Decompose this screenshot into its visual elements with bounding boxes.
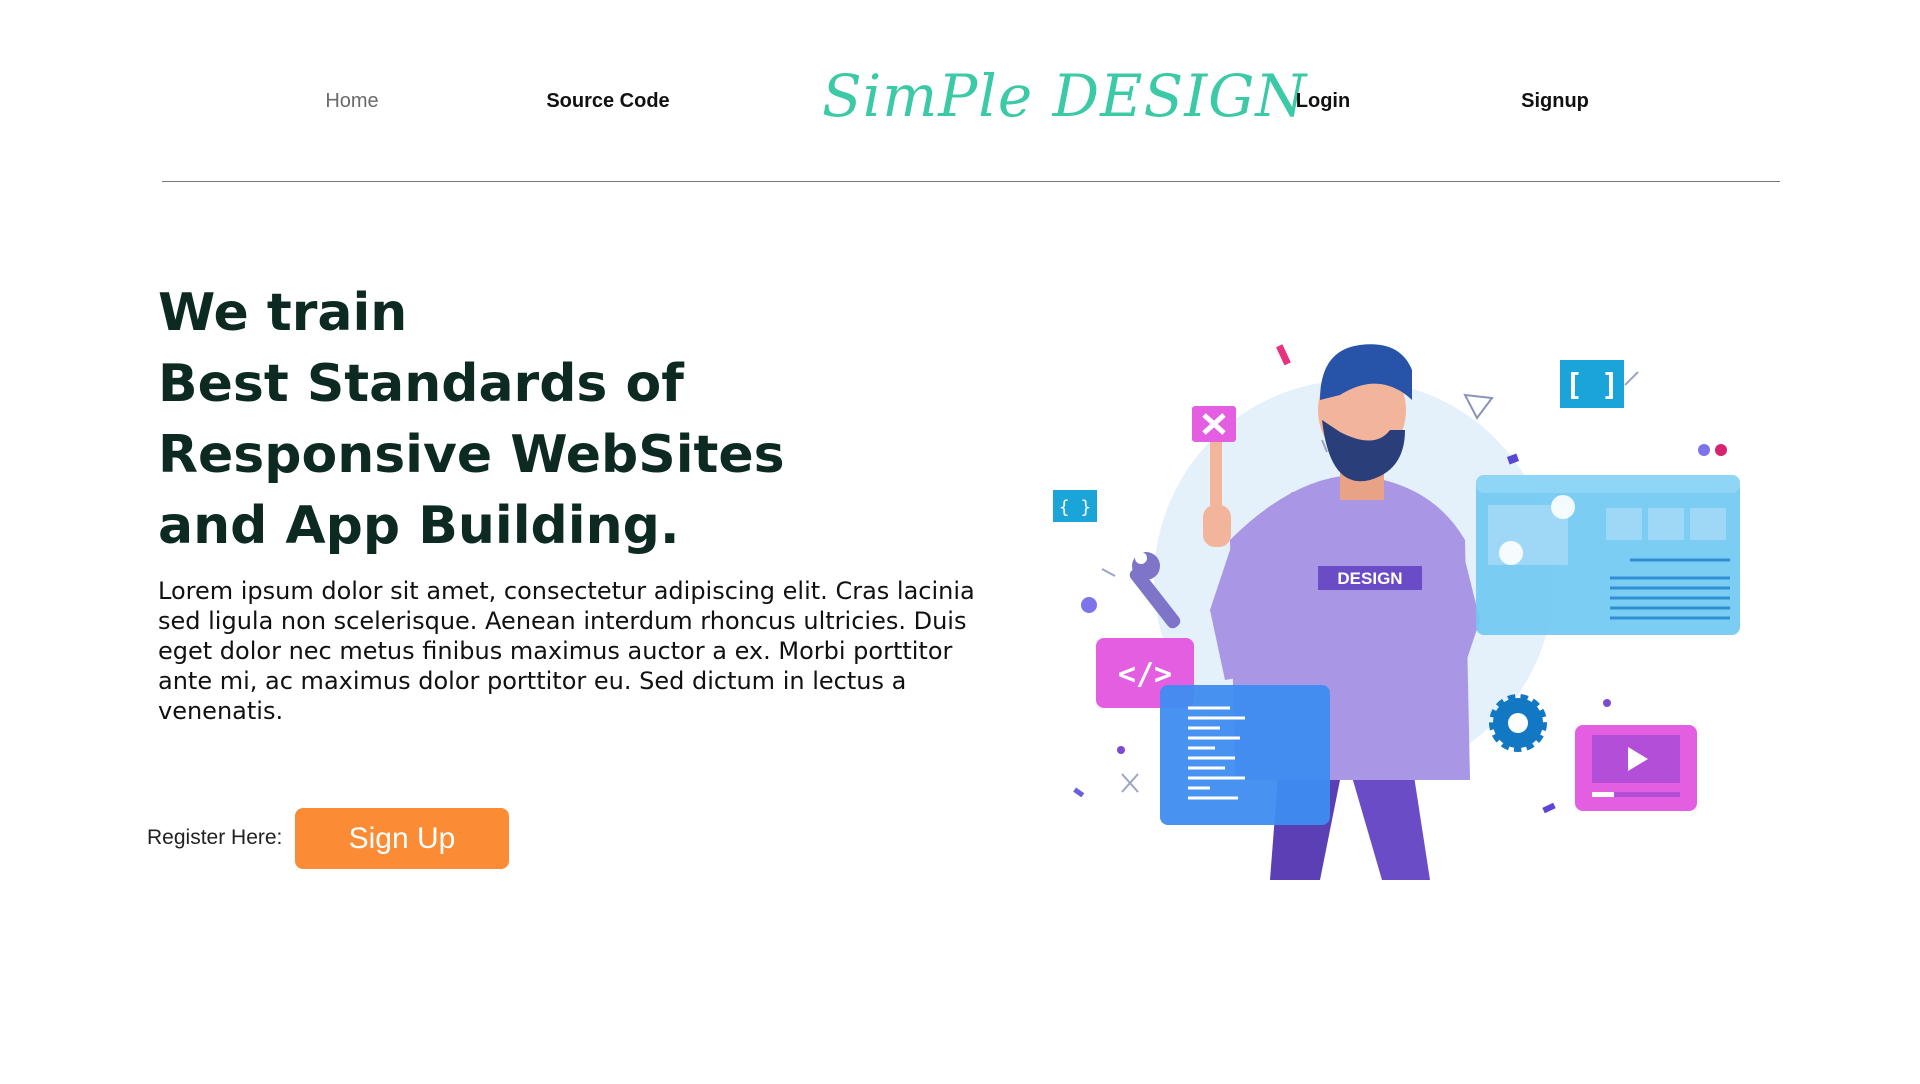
triangle-decoration [1463, 393, 1494, 420]
gear-icon [1489, 694, 1547, 752]
developer-illustration: { } [ ] </> DESIGN [1053, 344, 1740, 880]
confetti-decoration [1542, 802, 1556, 814]
confetti-decoration [1117, 746, 1125, 754]
confetti-decoration [1603, 699, 1611, 707]
sign-up-button[interactable]: Sign Up [295, 808, 509, 869]
confetti-decoration [1715, 444, 1727, 456]
confetti-decoration [1073, 787, 1085, 798]
video-progress-fill [1592, 792, 1614, 797]
hero-title: We train Best Standards of Responsive We… [158, 278, 785, 562]
confetti-decoration [1698, 444, 1710, 456]
hero-title-line: and App Building. [158, 496, 680, 556]
header-divider [162, 181, 1780, 182]
nav-login-link[interactable]: Login [1296, 90, 1350, 113]
hero-title-line: Responsive WebSites [158, 425, 785, 485]
nav-home-link[interactable]: Home [325, 90, 378, 113]
confetti-decoration [1624, 371, 1639, 386]
curly-bracket-icon-text: { } [1059, 497, 1092, 518]
cursor-dot [1499, 541, 1523, 565]
character-hand [1203, 505, 1231, 547]
cursor-dot [1551, 495, 1575, 519]
hero-description: Lorem ipsum dolor sit amet, consectetur … [158, 577, 975, 725]
hero-title-line: We train [158, 283, 408, 343]
confetti-decoration [1101, 568, 1116, 577]
browser-title-bar [1476, 475, 1740, 493]
confetti-decoration [1276, 344, 1291, 366]
hero-title-line: Best Standards of [158, 354, 684, 414]
confetti-decoration [1081, 597, 1097, 613]
code-document-panel [1160, 685, 1330, 825]
nav-signup-link[interactable]: Signup [1521, 90, 1589, 113]
square-bracket-icon-text: [ ] [1565, 368, 1619, 403]
top-navigation: Home Source Code SimPle DESIGN Login Sig… [0, 0, 1920, 182]
nav-source-code-link[interactable]: Source Code [546, 90, 669, 113]
shirt-label-text: DESIGN [1337, 569, 1402, 588]
site-logo: SimPle DESIGN [822, 62, 1308, 130]
register-label: Register Here: [147, 826, 283, 849]
